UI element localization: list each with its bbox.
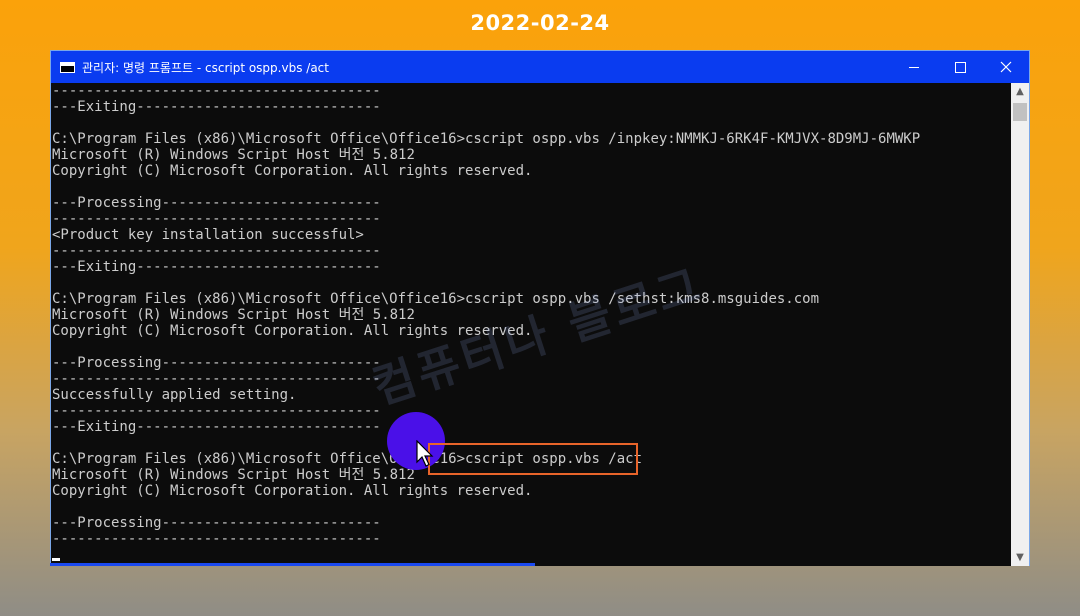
cmd-icon[interactable]: [60, 61, 75, 73]
minimize-button[interactable]: [891, 51, 937, 83]
console-line: ---------------------------------------: [52, 83, 381, 99]
console-line: ---Exiting-----------------------------: [52, 419, 381, 435]
text-cursor: [52, 558, 60, 561]
maximize-button[interactable]: [937, 51, 983, 83]
console-line: <Product key installation successful>: [52, 227, 364, 243]
console-line: ---Exiting-----------------------------: [52, 259, 381, 275]
window-title: 관리자: 명령 프롬프트 - cscript ospp.vbs /act: [82, 60, 329, 75]
window-bottom-accent: [50, 563, 535, 566]
maximize-icon: [954, 61, 966, 73]
highlight-box: [428, 443, 638, 475]
close-button[interactable]: [983, 51, 1029, 83]
console-line: ---------------------------------------: [52, 531, 381, 547]
minimize-icon: [909, 66, 919, 68]
console-line: ---------------------------------------: [52, 211, 381, 227]
console-line: Microsoft (R) Windows Script Host 버전 5.8…: [52, 147, 415, 163]
scrollbar-thumb[interactable]: [1013, 103, 1027, 121]
console-line: ---Processing--------------------------: [52, 515, 381, 531]
console-line: ---------------------------------------: [52, 403, 381, 419]
console-line: Copyright (C) Microsoft Corporation. All…: [52, 483, 533, 499]
console-line: Successfully applied setting.: [52, 387, 297, 403]
mouse-cursor-icon: [416, 440, 434, 467]
scroll-down-icon[interactable]: ▼: [1011, 549, 1029, 566]
title-bar[interactable]: 관리자: 명령 프롬프트 - cscript ospp.vbs /act: [51, 51, 1029, 83]
close-icon: [1000, 61, 1012, 73]
console-line: ---------------------------------------: [52, 371, 381, 387]
scroll-up-icon[interactable]: ▲: [1011, 83, 1029, 100]
console-line: ---Processing--------------------------: [52, 195, 381, 211]
date-overlay: 2022-02-24: [470, 11, 610, 35]
console-line: Copyright (C) Microsoft Corporation. All…: [52, 163, 533, 179]
vertical-scrollbar[interactable]: ▲ ▼: [1011, 83, 1029, 566]
console-line: ---Exiting-----------------------------: [52, 99, 381, 115]
console-line: ---------------------------------------: [52, 243, 381, 259]
console-line: C:\Program Files (x86)\Microsoft Office\…: [52, 131, 921, 147]
